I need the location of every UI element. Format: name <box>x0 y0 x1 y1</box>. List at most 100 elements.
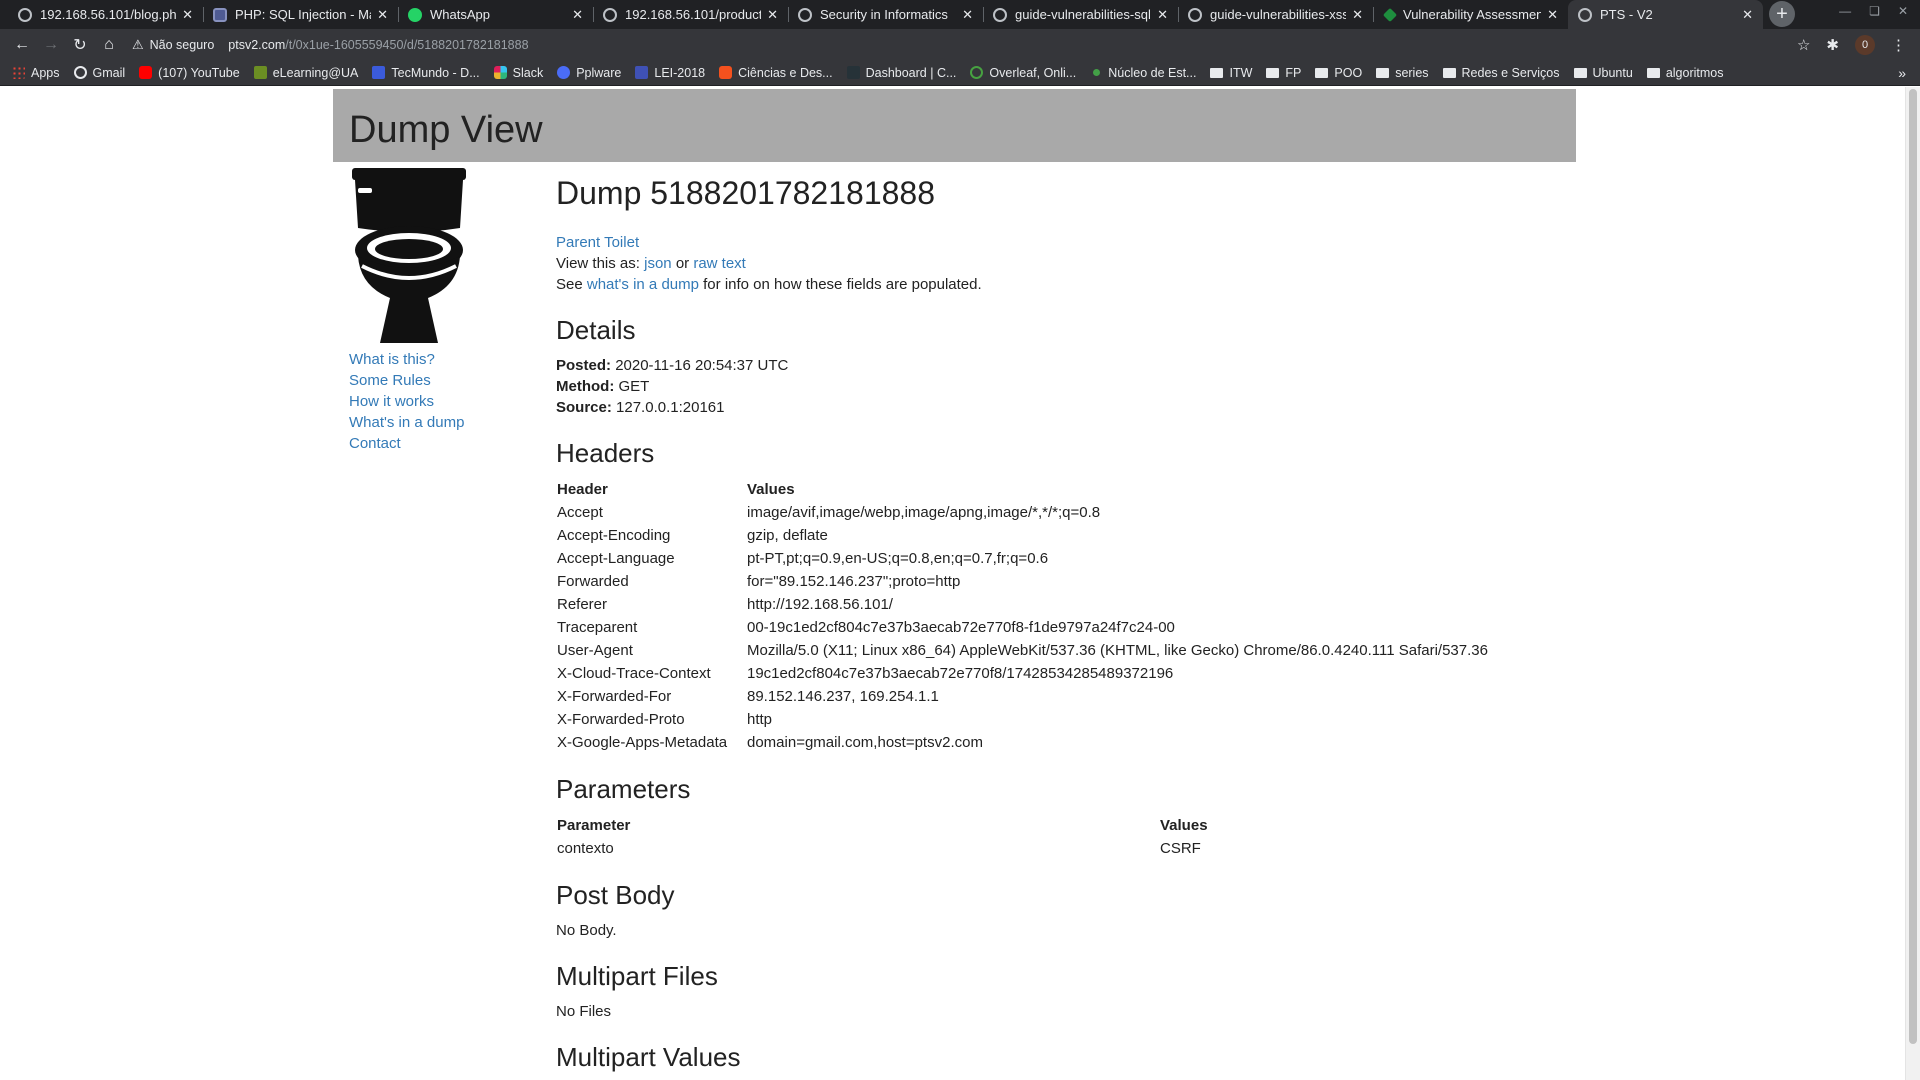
tab-title: 192.168.56.101/products.php <box>625 7 762 22</box>
detail-row: Method: GET <box>556 376 1576 397</box>
toilet-logo <box>352 168 466 343</box>
bookmark-item[interactable]: Slack <box>493 65 544 80</box>
bookmark-item[interactable]: Pplware <box>557 66 621 80</box>
table-row: contexto CSRF <box>556 837 1566 860</box>
yt-icon <box>139 66 153 79</box>
row-key: Traceparent <box>557 619 638 636</box>
nav-how-it-works[interactable]: How it works <box>349 391 464 412</box>
close-tab-icon[interactable]: ✕ <box>377 7 388 23</box>
restore-icon[interactable]: ❏ <box>1869 4 1880 18</box>
site-header: Dump View <box>333 89 1576 162</box>
browser-tab[interactable]: PTS - V2 ✕ <box>1568 0 1763 29</box>
bookmark-item[interactable]: Gmail <box>73 65 126 80</box>
parent-link-line: Parent Toilet <box>556 232 1576 253</box>
close-tab-icon[interactable]: ✕ <box>1352 7 1363 23</box>
bookmark-item[interactable]: Overleaf, Onli... <box>970 66 1076 80</box>
raw-text-link[interactable]: raw text <box>693 255 746 272</box>
close-window-icon[interactable]: ✕ <box>1898 4 1908 18</box>
close-tab-icon[interactable]: ✕ <box>1742 7 1753 23</box>
db-icon <box>846 66 860 79</box>
row-key: contexto <box>557 840 614 857</box>
close-tab-icon[interactable]: ✕ <box>1157 7 1168 23</box>
browser-tab[interactable]: Security in Informatics ✕ <box>788 0 983 29</box>
parent-toilet-link[interactable]: Parent Toilet <box>556 234 639 251</box>
home-icon[interactable]: ⌂ <box>97 33 121 57</box>
browser-tab[interactable]: PHP: SQL Injection - Manual ✕ <box>203 0 398 29</box>
browser-tab[interactable]: 192.168.56.101/blog.php ✕ <box>8 0 203 29</box>
folder-icon <box>1573 67 1587 78</box>
minimize-icon[interactable]: — <box>1839 4 1851 18</box>
row-value: 89.152.146.237, 169.254.1.1 <box>747 688 939 705</box>
bookmark-label: Overleaf, Onli... <box>989 65 1077 80</box>
bookmark-item[interactable]: TecMundo - D... <box>372 66 480 80</box>
nav-whats-in-a-dump[interactable]: What's in a dump <box>349 412 464 433</box>
browser-tab[interactable]: WhatsApp ✕ <box>398 0 593 29</box>
browser-toolbar: ← → ↻ ⌂ ⚠ Não seguro ptsv2.com/t/0x1ue-1… <box>0 29 1920 60</box>
address-bar[interactable]: ⚠ Não seguro ptsv2.com/t/0x1ue-160555945… <box>132 32 1797 58</box>
close-tab-icon[interactable]: ✕ <box>1547 7 1558 23</box>
nav-what-is-this[interactable]: What is this? <box>349 349 464 370</box>
close-tab-icon[interactable]: ✕ <box>572 7 583 23</box>
extensions-icon[interactable]: ✱ <box>1826 36 1839 54</box>
profile-avatar[interactable]: 0 <box>1855 34 1875 55</box>
table-row: User-Agent Mozilla/5.0 (X11; Linux x86_64… <box>556 639 1489 662</box>
bookmark-item[interactable]: FP <box>1266 66 1301 80</box>
whats-in-a-dump-link[interactable]: what's in a dump <box>587 276 699 293</box>
bookmark-label: eLearning@UA <box>272 65 359 80</box>
bookmark-label: Núcleo de Est... <box>1108 65 1197 80</box>
menu-icon[interactable]: ⋮ <box>1891 36 1906 54</box>
close-tab-icon[interactable]: ✕ <box>182 7 193 23</box>
back-icon[interactable]: ← <box>10 33 34 57</box>
folder-icon <box>1646 67 1660 78</box>
bookmarks-overflow-icon[interactable]: » <box>1898 65 1906 81</box>
url-host: ptsv2.com <box>228 37 286 52</box>
close-tab-icon[interactable]: ✕ <box>962 7 973 23</box>
bookmark-label: Gmail <box>92 65 126 80</box>
bookmark-item[interactable]: eLearning@UA <box>253 65 359 80</box>
bookmark-item[interactable]: Núcleo de Est... <box>1090 66 1196 80</box>
bookmark-item[interactable]: (107) YouTube <box>139 66 240 80</box>
bookmark-label: Slack <box>512 65 544 80</box>
headers-table: Header Values Accept image/avif,image/web… <box>556 478 1489 754</box>
bookmark-list: Apps Gmail (107) YouTube eLearning@UA TecMun… <box>12 66 1737 80</box>
table-row: Accept image/avif,image/webp,image/apng,i… <box>556 501 1489 524</box>
reload-icon[interactable]: ↻ <box>68 33 92 57</box>
row-key: X-Forwarded-Proto <box>557 711 685 728</box>
row-key: Referer <box>557 596 608 613</box>
bookmark-item[interactable]: Dashboard | C... <box>846 66 956 80</box>
detail-row: Posted: 2020-11-16 20:54:37 UTC <box>556 355 1576 376</box>
bookmark-label: LEI-2018 <box>654 65 706 80</box>
browser-tab[interactable]: guide-vulnerabilities-xss ✕ <box>1178 0 1373 29</box>
dump-title: Dump 5188201782181888 <box>556 175 935 211</box>
folder-icon <box>1266 67 1280 78</box>
whatsapp-icon <box>408 7 422 22</box>
bookmark-item[interactable]: Redes e Serviços <box>1442 66 1560 80</box>
page-scrollbar[interactable] <box>1905 87 1920 1080</box>
globe-icon <box>993 7 1007 22</box>
tab-title: Vulnerability Assessment <box>1403 7 1542 22</box>
close-tab-icon[interactable]: ✕ <box>767 7 778 23</box>
bookmark-label: series <box>1395 65 1429 80</box>
bookmark-item[interactable]: Ciências e Des... <box>719 66 833 80</box>
bookmark-star-icon[interactable]: ☆ <box>1797 36 1810 54</box>
forward-icon[interactable]: → <box>39 33 63 57</box>
browser-tab[interactable]: guide-vulnerabilities-sql ✕ <box>983 0 1178 29</box>
bookmark-item[interactable]: POO <box>1315 66 1362 80</box>
scrollbar-thumb[interactable] <box>1909 89 1917 1044</box>
table-row: Accept-Language pt-PT,pt;q=0.9,en-US;q=0.… <box>556 547 1489 570</box>
bookmark-item[interactable]: ITW <box>1210 66 1252 80</box>
bookmark-item[interactable]: series <box>1376 65 1429 80</box>
bookmark-item[interactable]: Apps <box>12 66 60 80</box>
bookmark-item[interactable]: algoritmos <box>1646 66 1723 80</box>
new-tab-button[interactable]: + <box>1769 1 1795 27</box>
nav-some-rules[interactable]: Some Rules <box>349 370 464 391</box>
nav-contact[interactable]: Contact <box>349 433 464 454</box>
browser-tab[interactable]: 192.168.56.101/products.php ✕ <box>593 0 788 29</box>
browser-tab[interactable]: Vulnerability Assessment ✕ <box>1373 0 1568 29</box>
bookmark-item[interactable]: Ubuntu <box>1573 66 1633 80</box>
bookmark-item[interactable]: LEI-2018 <box>635 66 705 80</box>
json-link[interactable]: json <box>644 255 672 272</box>
table-row: X-Forwarded-Proto http <box>556 708 1489 731</box>
row-key: X-Forwarded-For <box>557 688 672 705</box>
globe-icon <box>603 7 617 22</box>
